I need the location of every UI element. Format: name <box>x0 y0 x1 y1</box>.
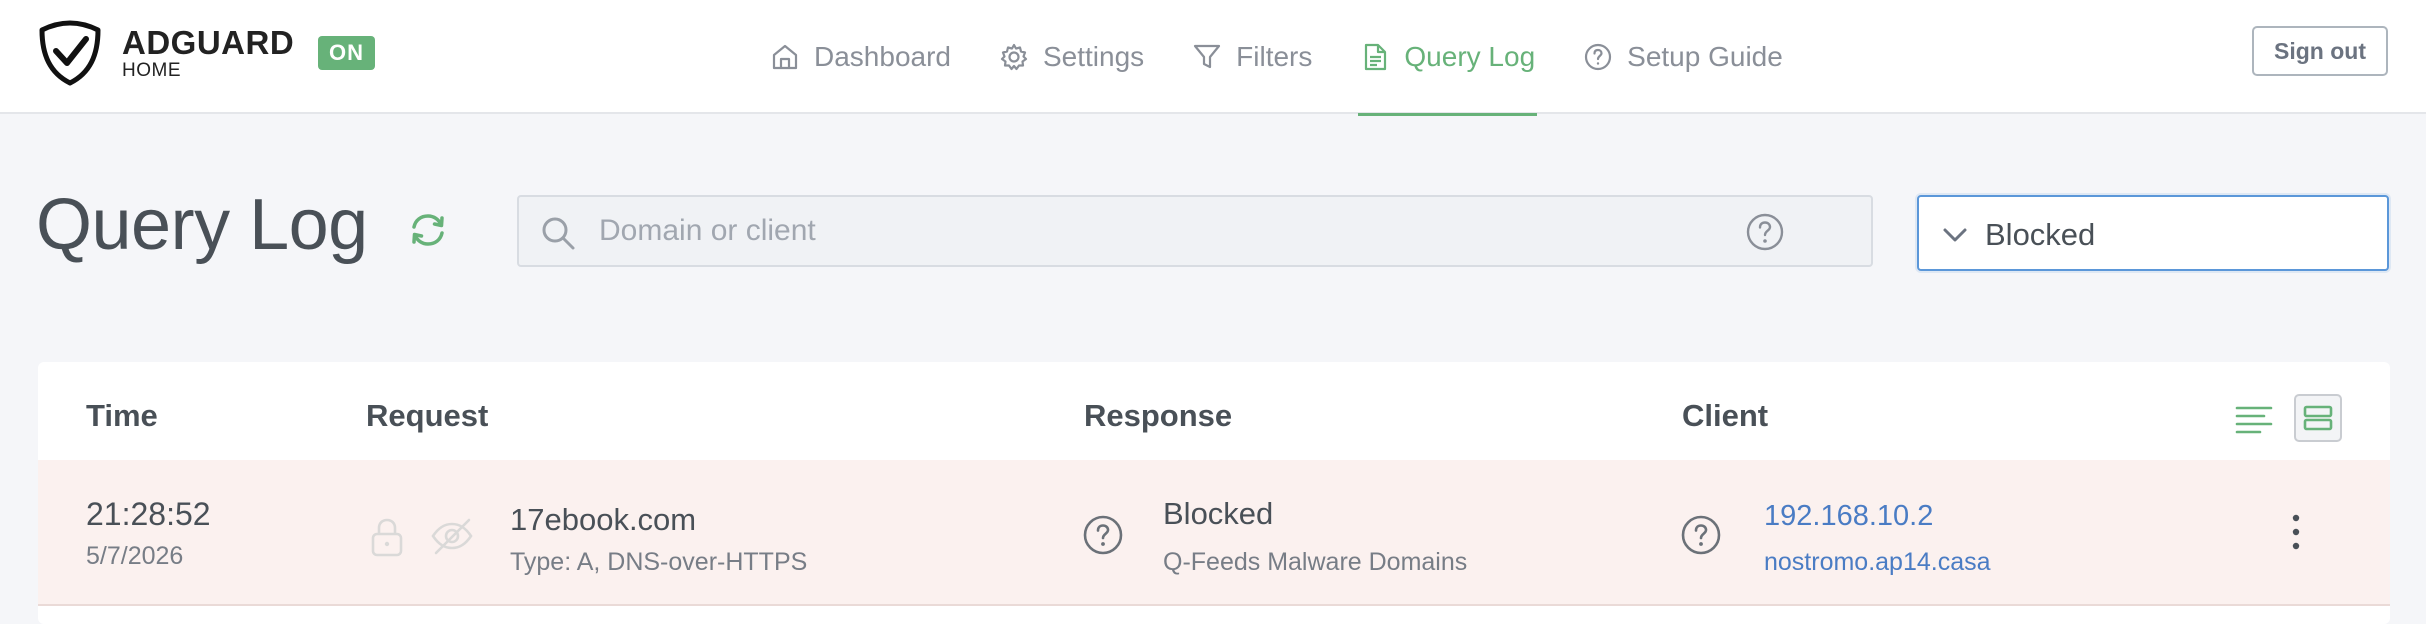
nav-query-log-label: Query Log <box>1404 41 1536 72</box>
row-response-status: Blocked <box>1163 496 1274 531</box>
row-client-ip-link[interactable]: 192.168.10.2 <box>1764 500 1933 533</box>
top-header: ADGUARD HOME ON Dashboard Settings Filte… <box>0 0 2426 116</box>
response-status-select-value: Blocked <box>1985 217 2096 252</box>
adguard-shield-logo <box>39 20 101 86</box>
row-domain[interactable]: 17ebook.com <box>510 502 696 538</box>
nav-query-log[interactable]: Query Log <box>1358 0 1537 116</box>
nav-filters-label: Filters <box>1236 41 1313 72</box>
help-circle-icon <box>1585 43 1612 71</box>
refresh-icon[interactable] <box>406 208 450 252</box>
column-header-client: Client <box>1682 398 1769 433</box>
search-input[interactable] <box>599 197 1749 265</box>
nav-setup-guide[interactable]: Setup Guide <box>1583 0 1783 114</box>
row-client-name-link[interactable]: nostromo.ap14.casa <box>1764 548 1991 577</box>
search-box[interactable] <box>517 195 1873 267</box>
detailed-view-toggle-icon[interactable] <box>2234 402 2274 436</box>
nav-settings-label: Settings <box>1042 41 1145 72</box>
protection-status-badge: ON <box>318 36 375 70</box>
search-icon <box>542 217 575 250</box>
home-icon <box>772 44 798 70</box>
search-help-icon[interactable] <box>1745 212 1785 252</box>
more-vertical-icon[interactable] <box>2290 510 2302 554</box>
brand-name: ADGUARD <box>122 24 295 61</box>
row-time: 21:28:52 <box>86 496 211 532</box>
filter-icon <box>1194 44 1221 69</box>
rows-icon <box>2303 405 2333 431</box>
column-header-response: Response <box>1084 398 1233 433</box>
nav-dashboard-label: Dashboard <box>814 41 951 72</box>
response-help-icon[interactable] <box>1082 514 1124 556</box>
page-title: Query Log <box>36 185 368 265</box>
row-query-type: Type: A, DNS-over-HTTPS <box>510 548 808 576</box>
eye-off-icon <box>431 518 473 555</box>
column-header-time: Time <box>86 398 158 433</box>
main-nav: Dashboard Settings Filters Query Log Set… <box>770 0 1831 116</box>
compact-view-toggle[interactable] <box>2294 394 2342 442</box>
gear-icon <box>1000 43 1028 71</box>
client-help-icon[interactable] <box>1680 514 1722 556</box>
lock-icon <box>371 518 403 557</box>
column-header-request: Request <box>366 398 489 433</box>
nav-filters[interactable]: Filters <box>1192 0 1312 114</box>
row-blocking-filter: Q-Feeds Malware Domains <box>1163 548 1468 576</box>
chevron-down-icon <box>1943 228 1967 242</box>
table-row[interactable]: 21:28:52 5/7/2026 17ebook.com Type: A, D… <box>38 460 2390 606</box>
nav-dashboard[interactable]: Dashboard <box>770 0 951 114</box>
response-status-select[interactable]: Blocked <box>1917 195 2389 271</box>
row-date: 5/7/2026 <box>86 542 184 570</box>
brand[interactable]: ADGUARD HOME <box>36 18 294 88</box>
brand-sub: HOME <box>122 60 181 81</box>
sign-out-button[interactable]: Sign out <box>2252 26 2388 76</box>
nav-settings[interactable]: Settings <box>999 0 1144 114</box>
query-log-table: Time Request Response Client 21:28:52 5/… <box>38 362 2390 624</box>
document-icon <box>1365 43 1387 71</box>
nav-setup-guide-label: Setup Guide <box>1627 41 1783 72</box>
